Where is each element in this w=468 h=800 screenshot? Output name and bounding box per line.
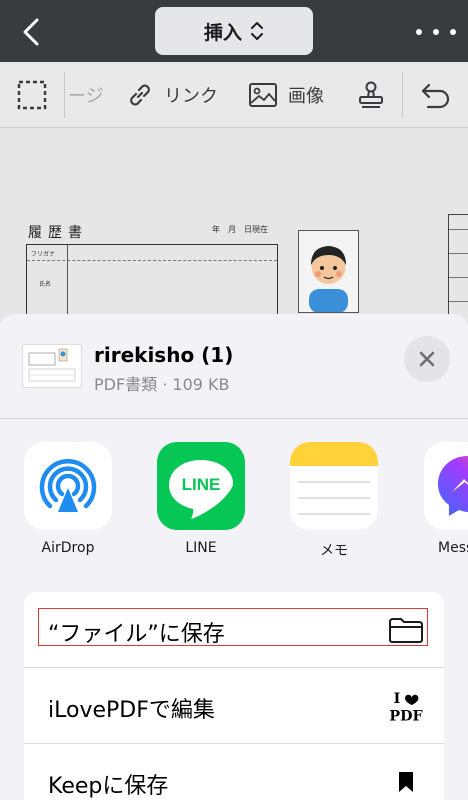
action-keep[interactable]: Keepに保存 [24,744,444,800]
line-icon: LINE [157,442,245,530]
action-save-to-files[interactable]: “ファイル”に保存 [24,592,444,668]
app-line[interactable]: LINE LINE [157,442,245,572]
share-sheet-header: rirekisho (1) PDF書類 · 109 KB [0,314,468,419]
undo-button[interactable] [420,62,452,128]
stamp-icon [359,81,383,108]
name-label: 氏名 [39,281,52,288]
share-actions-list: “ファイル”に保存 iLovePDFで編集 I PDF Keepに保存 [24,592,444,800]
folder-icon [386,614,426,646]
editing-toolbar: ージ リンク 画像 [0,62,468,128]
svg-text:LINE: LINE [182,475,221,494]
close-icon [419,351,435,367]
image-label: 画像 [288,86,324,107]
chevron-up-down-icon [251,22,263,40]
action-label-save-to-files: “ファイル”に保存 [48,622,225,647]
image-icon [249,83,277,107]
document-title: 履歴書 [28,225,88,241]
app-notes[interactable]: メモ [290,442,378,572]
bookmark-icon [386,766,426,798]
link-icon [130,84,150,106]
stamp-tool-button[interactable] [356,62,386,128]
svg-text:PDF: PDF [389,708,422,724]
avatar-illustration [309,246,348,313]
resume-name-table: フリガナ 氏名 [26,244,278,324]
back-button[interactable] [14,14,50,50]
action-label-keep: Keepに保存 [48,774,169,799]
more-button[interactable] [416,22,456,42]
svg-text:I: I [394,691,401,707]
selection-rect-icon [17,80,47,110]
mode-label: 挿入 [203,21,242,44]
toolbar-divider-2 [402,72,403,118]
ilovepdf-icon: I PDF [386,690,426,724]
file-name: rirekisho (1) [94,343,234,367]
top-bar: 挿入 [0,0,468,62]
undo-icon [421,83,450,109]
app-airdrop[interactable]: AirDrop [24,442,112,572]
history-table-edge [448,214,468,328]
furigana-label: フリガナ [31,251,56,258]
file-meta: PDF書類 · 109 KB [94,375,230,394]
document-canvas[interactable]: 履歴書 年 月 日現在 フリガナ 氏名 [0,128,468,328]
app-label-notes: メモ [320,543,348,559]
link-label: リンク [164,86,218,107]
messenger-icon [424,442,468,530]
link-tool-button[interactable]: リンク [126,62,218,128]
photo-box [298,230,359,313]
ellipsis-icon [416,29,422,35]
share-apps-row: AirDrop LINE LINE メモ Mes [0,420,468,580]
file-thumbnail [22,344,82,388]
image-tool-button[interactable]: 画像 [248,62,324,128]
document-date: 年 月 日現在 [212,225,268,234]
app-label-messenger: Messe [438,540,468,556]
app-label-line: LINE [185,540,217,556]
page-tool-partial[interactable]: ージ [68,62,104,128]
app-messenger[interactable]: Messe [424,442,468,582]
share-sheet: rirekisho (1) PDF書類 · 109 KB AirDrop LIN… [0,314,468,800]
airdrop-icon [24,442,112,530]
select-tool-button[interactable] [16,62,48,128]
chevron-left-icon [23,18,39,46]
mode-selector-button[interactable]: 挿入 [155,7,313,55]
close-button[interactable] [404,336,450,382]
toolbar-divider [64,72,65,118]
app-label-airdrop: AirDrop [41,540,95,556]
action-ilovepdf[interactable]: iLovePDFで編集 I PDF [24,668,444,744]
action-label-ilovepdf: iLovePDFで編集 [48,698,215,723]
notes-icon [290,442,378,530]
